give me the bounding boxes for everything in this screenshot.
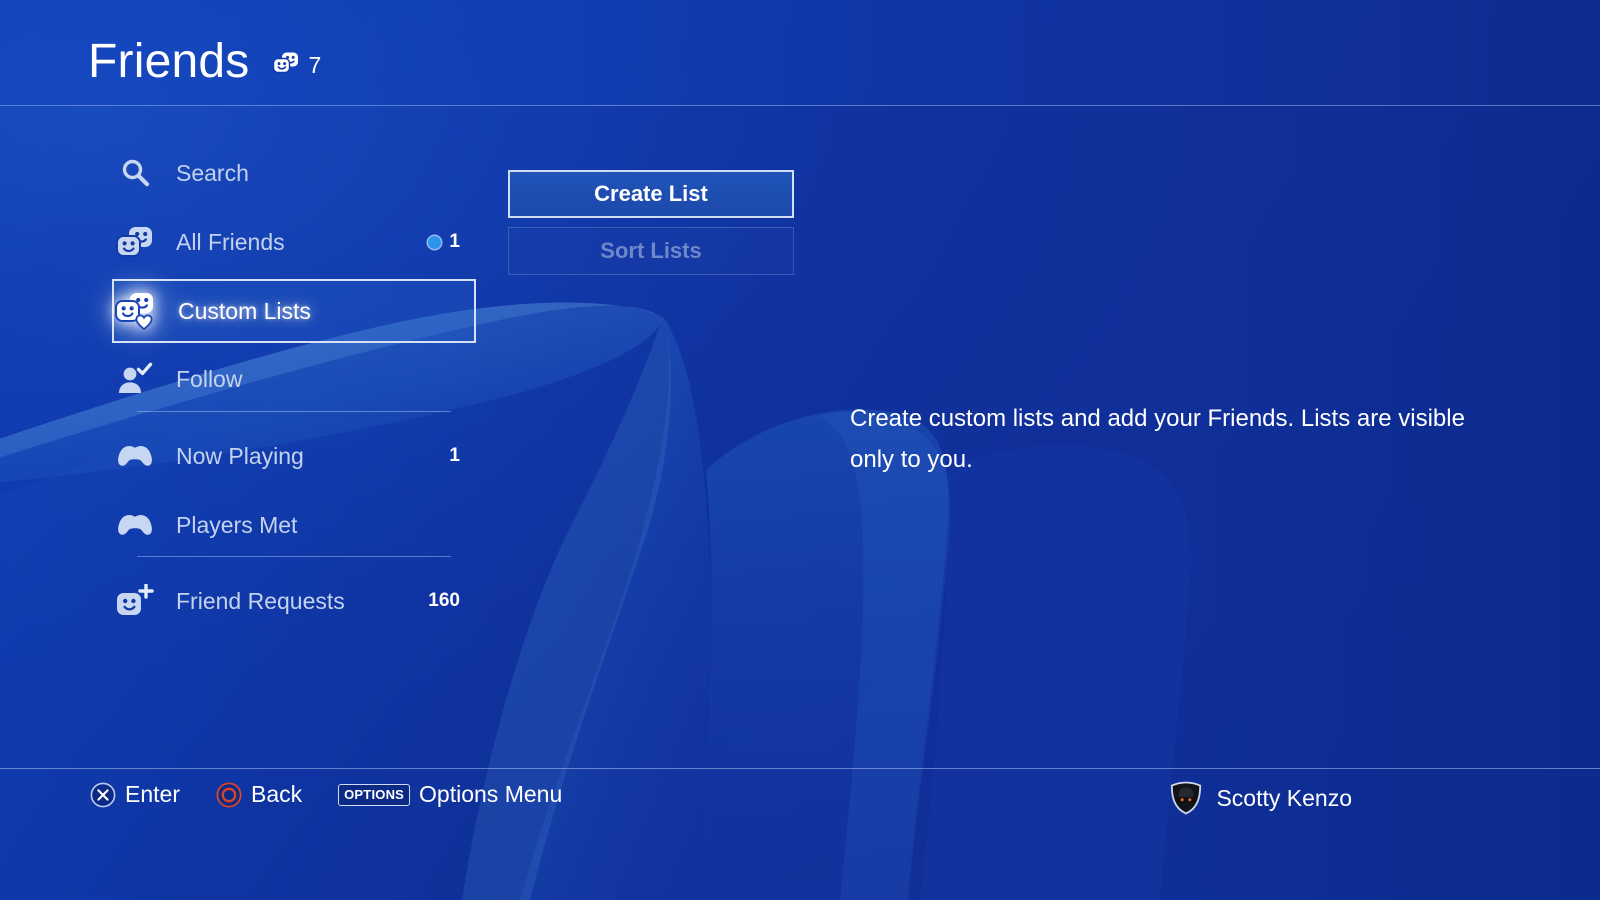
sort-lists-button[interactable]: Sort Lists [508,227,794,275]
cross-button-icon [90,782,116,808]
hint-label: Options Menu [419,781,563,807]
user-profile[interactable]: Scotty Kenzo [1169,781,1352,815]
hint-label: Enter [125,781,180,807]
footer-bar: Enter Back OPTIONS Options Menu Scotty K… [0,769,1600,900]
header-count-value: 7 [308,52,322,78]
page-title: Friends [88,35,250,88]
hint-label: Back [250,781,303,807]
hint-back[interactable]: Back [216,781,302,808]
hint-enter[interactable]: Enter [90,781,180,808]
options-button-icon: OPTIONS [338,783,411,806]
main-content: Create List Sort Lists Create custom lis… [0,106,1600,768]
friends-icon [273,52,299,79]
user-name: Scotty Kenzo [1216,784,1352,811]
create-list-button[interactable]: Create List [508,170,794,218]
avatar-icon [1169,781,1203,815]
description-text: Create custom lists and add your Friends… [850,405,1465,473]
hint-options-menu[interactable]: OPTIONS Options Menu [338,781,562,808]
header-friends-count: 7 [273,52,321,88]
page-header: Friends 7 [0,0,1600,106]
circle-button-icon [216,781,242,808]
